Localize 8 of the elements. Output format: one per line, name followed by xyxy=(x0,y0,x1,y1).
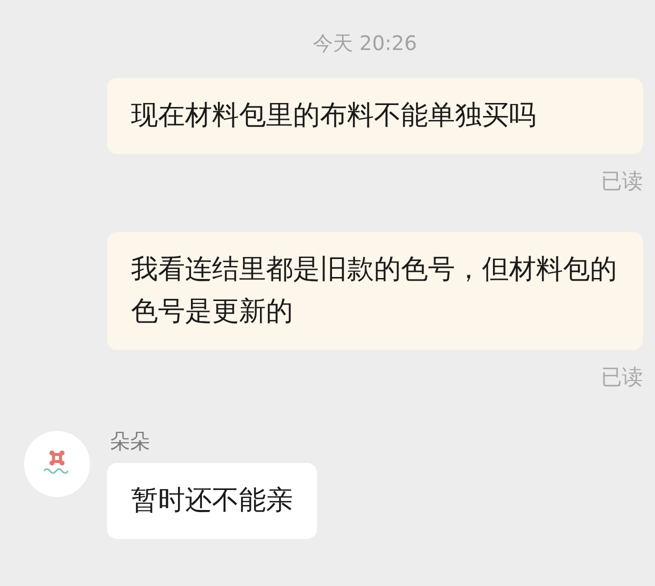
timestamp: 今天 20:26 xyxy=(313,30,417,57)
read-receipt: 已读 xyxy=(601,364,643,390)
message-bubble: 暂时还不能亲 xyxy=(107,463,317,539)
sender-name: 朵朵 xyxy=(110,428,150,455)
message-bubble: 现在材料包里的布料不能单独买吗 xyxy=(107,78,643,154)
read-receipt: 已读 xyxy=(601,168,643,195)
avatar-icon[interactable] xyxy=(24,431,90,497)
message-bubble: 我看连结里都是旧款的色号，但材料包的色号是更新的 xyxy=(107,232,643,350)
